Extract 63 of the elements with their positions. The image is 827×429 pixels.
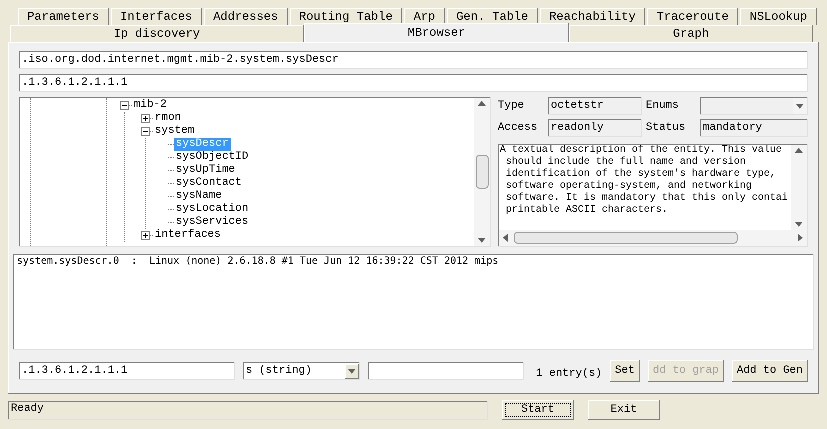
enums-dropdown[interactable]: [700, 97, 808, 115]
action-button[interactable]: Set: [610, 360, 640, 382]
collapse-icon[interactable]: [120, 101, 129, 110]
expand-icon[interactable]: [141, 231, 150, 240]
tree-item[interactable]: mib-2: [132, 99, 170, 112]
tree-item[interactable]: sysLocation: [174, 203, 251, 216]
tree-item[interactable]: rmon: [153, 112, 184, 125]
arrow-right-icon[interactable]: [796, 234, 804, 242]
tree-item[interactable]: sysObjectID: [174, 151, 251, 164]
description-line: software operating-system, and networking: [505, 181, 752, 192]
scrollbar-thumb[interactable]: [476, 155, 488, 189]
value-input-field[interactable]: [368, 362, 524, 380]
field-label: Access: [498, 120, 539, 136]
tab[interactable]: Traceroute: [647, 8, 738, 25]
tab[interactable]: NSLookup: [740, 8, 817, 25]
status-bar: Ready: [8, 400, 488, 420]
entry-count: 1 entry(s): [536, 367, 602, 382]
description-line: software. It is mandatory that this only contai: [505, 193, 788, 204]
tree-item[interactable]: sysContact: [174, 177, 244, 190]
result-line: system.sysDescr.0 : Linux (none) 2.6.18.8 #1 Tue Jun 12 16:39:22 CST 2012 mips: [17, 256, 499, 268]
tab[interactable]: Addresses: [204, 8, 288, 25]
arrow-down-icon[interactable]: [478, 236, 486, 244]
tab[interactable]: Ip discovery: [10, 25, 304, 42]
field-label: Enums: [646, 98, 680, 114]
description-line: should include the full name and version: [505, 157, 746, 168]
value-type-dropdown[interactable]: s (string): [243, 362, 360, 380]
access-field: readonly: [548, 119, 642, 137]
tree-item[interactable]: system: [153, 125, 197, 138]
arrow-up-icon[interactable]: [795, 147, 803, 155]
expand-icon[interactable]: [141, 114, 150, 123]
oid-number-field[interactable]: .1.3.6.1.2.1.1.1: [19, 74, 808, 92]
description-line: identification of the system's hardware type,: [505, 169, 776, 180]
tree-item[interactable]: sysUpTime: [174, 164, 238, 177]
oid-name-field[interactable]: .iso.org.dod.internet.mgmt.mib-2.system.sysDescr: [19, 51, 808, 69]
tree-item[interactable]: sysName: [174, 190, 224, 203]
field-label: Status: [646, 120, 687, 136]
arrow-down-icon[interactable]: [348, 367, 356, 376]
tab[interactable]: Interfaces: [111, 8, 202, 25]
horizontal-scrollbar[interactable]: [499, 230, 807, 246]
scrollbar[interactable]: [474, 98, 490, 246]
collapse-icon[interactable]: [141, 127, 150, 136]
scrollbar-thumb[interactable]: [514, 232, 738, 244]
action-button[interactable]: Exit: [588, 400, 660, 420]
oid-input-field[interactable]: .1.3.6.1.2.1.1.1: [19, 362, 235, 380]
tab[interactable]: Reachability: [540, 8, 646, 25]
status-field: mandatory: [700, 119, 808, 137]
description-line: printable ASCII characters.: [505, 205, 668, 217]
arrow-down-icon[interactable]: [796, 102, 804, 110]
tab[interactable]: Graph: [569, 25, 814, 42]
arrow-down-icon[interactable]: [795, 220, 803, 228]
tab[interactable]: MBrowser: [304, 23, 570, 42]
action-button[interactable]: Start: [502, 400, 574, 420]
arrow-left-icon[interactable]: [502, 234, 510, 242]
tab[interactable]: Routing Table: [290, 8, 402, 25]
scrollbar[interactable]: [791, 145, 807, 230]
description-line: A textual description of the entity. This value: [500, 145, 782, 156]
tree-item[interactable]: interfaces: [153, 229, 224, 242]
field-label: Type: [498, 98, 526, 114]
tab[interactable]: Parameters: [18, 8, 109, 25]
action-button[interactable]: Add to Gen: [732, 360, 808, 382]
type-field: octetstr: [548, 97, 642, 115]
tree-item[interactable]: sysServices: [174, 216, 251, 229]
arrow-up-icon[interactable]: [478, 100, 486, 108]
